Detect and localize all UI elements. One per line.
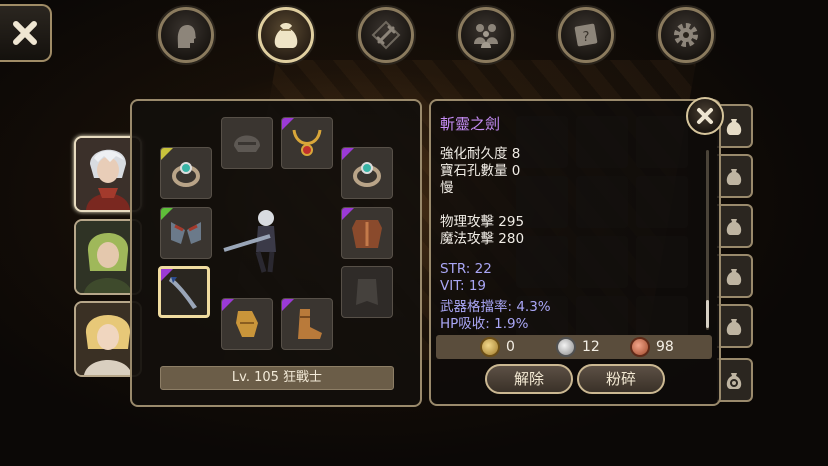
bag-icon — [726, 219, 742, 235]
slot-boots[interactable] — [281, 298, 333, 350]
bag-tab-2[interactable] — [717, 154, 753, 198]
settings-gear-icon — [674, 23, 698, 47]
smash-button[interactable]: 粉碎 — [577, 364, 665, 394]
bag-tab-3[interactable] — [717, 204, 753, 248]
tab-character[interactable] — [158, 7, 214, 63]
rarity-purple-marker — [282, 299, 294, 311]
rarity-purple-marker — [342, 208, 354, 220]
character-head-icon — [177, 25, 196, 48]
bag-icon — [726, 169, 742, 185]
gold-amount: 0 — [506, 339, 515, 355]
slot-ring-left[interactable] — [160, 147, 212, 199]
slot-weapon[interactable] — [158, 266, 210, 318]
item-bonus-hp-drain: HP吸收: 1.9% — [440, 316, 529, 332]
unequip-button[interactable]: 解除 — [485, 364, 573, 394]
quest-scroll-icon: ? — [574, 23, 598, 47]
slot-ring-right[interactable] — [341, 147, 393, 199]
silver-amount: 12 — [582, 339, 600, 355]
close-menu-button[interactable] — [0, 4, 52, 62]
rarity-purple-marker — [282, 118, 294, 130]
slot-cape[interactable] — [341, 266, 393, 318]
slot-belt[interactable] — [221, 298, 273, 350]
item-name: 斬靈之劍 — [440, 115, 501, 133]
close-x-icon — [13, 21, 37, 45]
rarity-yellow-marker — [161, 148, 173, 160]
item-bonus-str: STR: 22 — [440, 261, 492, 277]
detail-scrollbar[interactable] — [706, 150, 709, 330]
character-level-label: Lv. 105 狂戰士 — [160, 366, 394, 390]
item-magic-attack: 魔法攻擊 280 — [440, 231, 525, 247]
silver-coin-icon — [556, 337, 576, 357]
bag-tab-5[interactable] — [717, 304, 753, 348]
tab-party[interactable] — [458, 7, 514, 63]
slot-helmet[interactable] — [221, 117, 273, 169]
rarity-green-marker — [161, 208, 173, 220]
close-detail-button[interactable] — [686, 97, 724, 135]
bag-icon — [274, 23, 298, 48]
helmet-icon — [234, 135, 260, 152]
svg-text:?: ? — [583, 30, 590, 45]
search-bag-tab[interactable] — [717, 358, 753, 402]
tab-skills[interactable] — [358, 7, 414, 63]
item-bonus-vit: VIT: 19 — [440, 278, 486, 294]
search-icon — [726, 373, 742, 389]
bag-icon — [726, 119, 742, 135]
slot-armor[interactable] — [341, 207, 393, 259]
copper-amount: 98 — [656, 339, 674, 355]
party-icon — [474, 24, 498, 48]
bag-tab-4[interactable] — [717, 254, 753, 298]
close-x-icon — [697, 108, 713, 124]
tab-settings[interactable] — [658, 7, 714, 63]
sword-skill-icon — [371, 20, 401, 50]
tab-inventory[interactable] — [258, 7, 314, 63]
gold-coin-icon — [480, 337, 500, 357]
bag-icon — [726, 319, 742, 335]
rarity-purple-marker — [222, 299, 234, 311]
cape-icon — [356, 279, 378, 305]
slot-necklace[interactable] — [281, 117, 333, 169]
rarity-purple-marker — [342, 148, 354, 160]
item-speed: 慢 — [440, 180, 454, 196]
scrollbar-thumb[interactable] — [706, 300, 709, 328]
slot-gloves[interactable] — [160, 207, 212, 259]
rarity-purple-marker — [161, 269, 173, 281]
character-model — [223, 210, 276, 273]
copper-coin-icon — [630, 337, 650, 357]
bag-icon — [726, 269, 742, 285]
tab-quests[interactable]: ? — [558, 7, 614, 63]
